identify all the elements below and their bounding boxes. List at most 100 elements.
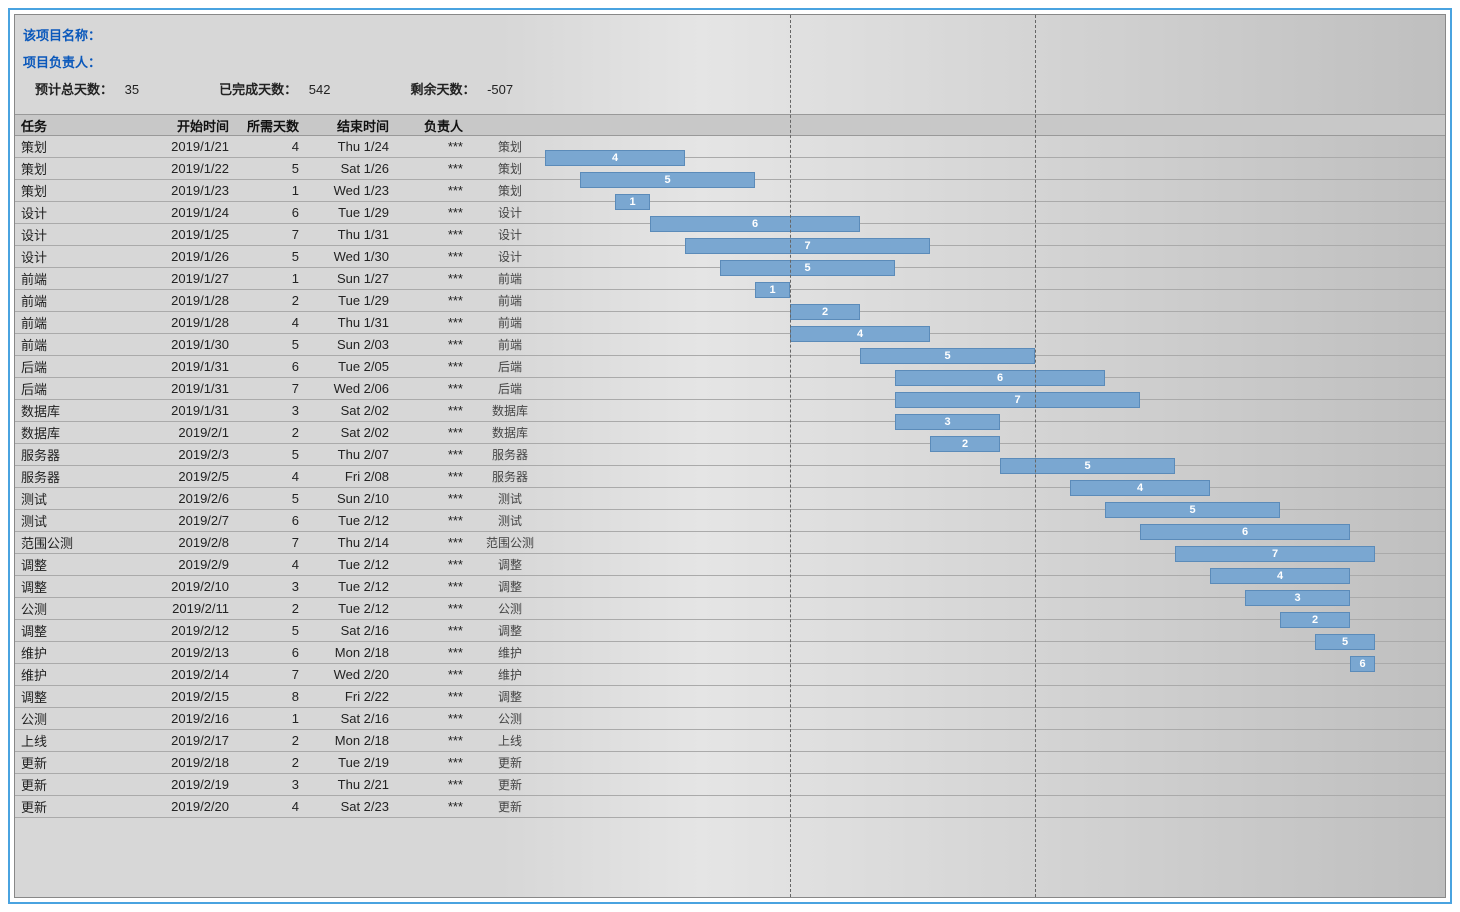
- table-row: 更新2019/2/182Tue 2/19***更新: [15, 752, 1445, 774]
- cell-owner: ***: [395, 249, 475, 264]
- cell-end: Thu 1/24: [305, 139, 395, 154]
- cell-days: 7: [235, 535, 305, 550]
- cell-bar-label: 范围公测: [475, 534, 545, 551]
- remaining-days-value: -507: [487, 82, 513, 97]
- cell-bar-label: 公测: [475, 600, 545, 617]
- cell-task: 上线: [15, 731, 125, 750]
- cell-bar-label: 后端: [475, 380, 545, 397]
- cell-start: 2019/2/5: [125, 469, 235, 484]
- cell-task: 策划: [15, 137, 125, 156]
- gantt-bar: 5: [860, 348, 1035, 364]
- table-row: 上线2019/2/172Mon 2/18***上线: [15, 730, 1445, 752]
- cell-days: 6: [235, 359, 305, 374]
- cell-end: Thu 2/07: [305, 447, 395, 462]
- cell-end: Thu 1/31: [305, 227, 395, 242]
- grid-vline: [1035, 15, 1036, 897]
- gantt-bar: 5: [580, 172, 755, 188]
- done-days-label: 已完成天数：: [219, 82, 297, 97]
- table-row: 设计2019/1/246Tue 1/29***设计6: [15, 202, 1445, 224]
- cell-end: Fri 2/22: [305, 689, 395, 704]
- cell-start: 2019/1/22: [125, 161, 235, 176]
- cell-owner: ***: [395, 425, 475, 440]
- cell-end: Tue 1/29: [305, 205, 395, 220]
- cell-bar-label: 策划: [475, 182, 545, 199]
- done-days: 已完成天数： 542: [219, 79, 330, 98]
- cell-end: Wed 1/30: [305, 249, 395, 264]
- cell-end: Wed 1/23: [305, 183, 395, 198]
- cell-bar-label: 维护: [475, 644, 545, 661]
- table-header: 任务 开始时间 所需天数 结束时间 负责人: [15, 114, 1445, 136]
- cell-start: 2019/1/31: [125, 403, 235, 418]
- gantt-bar: 7: [895, 392, 1140, 408]
- cell-task: 策划: [15, 159, 125, 178]
- remaining-days-label: 剩余天数：: [410, 82, 475, 97]
- table-row: 维护2019/2/136Mon 2/18***维护6: [15, 642, 1445, 664]
- cell-end: Sat 2/16: [305, 623, 395, 638]
- cell-days: 5: [235, 337, 305, 352]
- cell-owner: ***: [395, 777, 475, 792]
- cell-owner: ***: [395, 227, 475, 242]
- table-row: 前端2019/1/282Tue 1/29***前端2: [15, 290, 1445, 312]
- cell-owner: ***: [395, 403, 475, 418]
- cell-start: 2019/2/9: [125, 557, 235, 572]
- cell-task: 设计: [15, 247, 125, 266]
- table-row: 更新2019/2/204Sat 2/23***更新: [15, 796, 1445, 818]
- table-row: 后端2019/1/317Wed 2/06***后端7: [15, 378, 1445, 400]
- gantt-bar: 2: [1280, 612, 1350, 628]
- cell-days: 5: [235, 447, 305, 462]
- cell-bar-label: 前端: [475, 336, 545, 353]
- cell-bar-label: 更新: [475, 754, 545, 771]
- gantt-bar: 3: [895, 414, 1000, 430]
- cell-days: 3: [235, 777, 305, 792]
- cell-start: 2019/1/28: [125, 293, 235, 308]
- project-owner-label: 项目负责人：: [23, 52, 1437, 71]
- cell-task: 维护: [15, 643, 125, 662]
- cell-days: 6: [235, 513, 305, 528]
- cell-start: 2019/2/7: [125, 513, 235, 528]
- cell-days: 6: [235, 645, 305, 660]
- done-days-value: 542: [309, 82, 331, 97]
- cell-start: 2019/2/6: [125, 491, 235, 506]
- gantt-bar: 5: [1000, 458, 1175, 474]
- table-row: 维护2019/2/147Wed 2/20***维护: [15, 664, 1445, 686]
- cell-owner: ***: [395, 513, 475, 528]
- cell-days: 4: [235, 315, 305, 330]
- col-end-header: 结束时间: [305, 116, 395, 135]
- cell-start: 2019/2/16: [125, 711, 235, 726]
- cell-end: Tue 2/19: [305, 755, 395, 770]
- cell-start: 2019/2/1: [125, 425, 235, 440]
- cell-bar-label: 调整: [475, 578, 545, 595]
- cell-bar-label: 前端: [475, 270, 545, 287]
- gantt-bar: 5: [1105, 502, 1280, 518]
- cell-start: 2019/1/31: [125, 359, 235, 374]
- cell-end: Tue 2/12: [305, 513, 395, 528]
- cell-owner: ***: [395, 689, 475, 704]
- cell-days: 4: [235, 139, 305, 154]
- cell-start: 2019/1/31: [125, 381, 235, 396]
- cell-bar-label: 设计: [475, 248, 545, 265]
- cell-owner: ***: [395, 601, 475, 616]
- cell-days: 2: [235, 755, 305, 770]
- cell-owner: ***: [395, 183, 475, 198]
- cell-end: Wed 2/20: [305, 667, 395, 682]
- cell-bar-label: 前端: [475, 314, 545, 331]
- cell-owner: ***: [395, 293, 475, 308]
- cell-days: 4: [235, 557, 305, 572]
- cell-start: 2019/2/13: [125, 645, 235, 660]
- cell-end: Mon 2/18: [305, 645, 395, 660]
- cell-task: 设计: [15, 203, 125, 222]
- gantt-bar: 4: [545, 150, 685, 166]
- cell-task: 范围公测: [15, 533, 125, 552]
- cell-task: 公测: [15, 709, 125, 728]
- cell-bar-label: 维护: [475, 666, 545, 683]
- cell-bar-label: 前端: [475, 292, 545, 309]
- cell-days: 4: [235, 799, 305, 814]
- cell-days: 7: [235, 667, 305, 682]
- cell-bar-label: 公测: [475, 710, 545, 727]
- gantt-bar: 6: [1350, 656, 1375, 672]
- cell-task: 服务器: [15, 445, 125, 464]
- gantt-bar: 7: [1175, 546, 1375, 562]
- table-row: 策划2019/1/214Thu 1/24***策划4: [15, 136, 1445, 158]
- cell-bar-label: 策划: [475, 160, 545, 177]
- cell-bar-label: 更新: [475, 776, 545, 793]
